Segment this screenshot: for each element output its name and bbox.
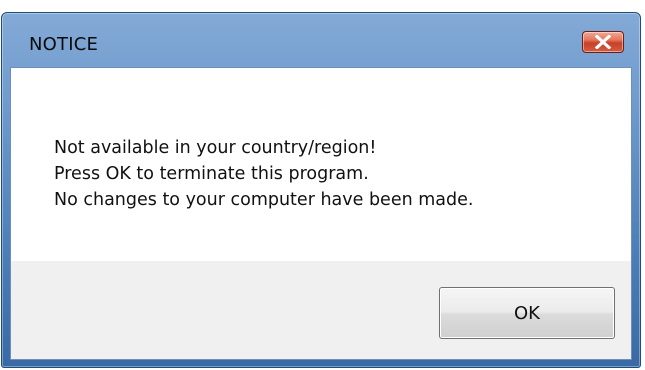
message-text: Not available in your country/region! Pr… [54,135,473,213]
close-icon [594,35,612,49]
dialog-title: NOTICE [29,34,99,55]
message-area: Not available in your country/region! Pr… [11,68,631,261]
dialog-client-area: Not available in your country/region! Pr… [10,67,632,360]
title-bar[interactable]: NOTICE [2,13,640,63]
ok-button[interactable]: OK [439,287,615,339]
close-button[interactable] [582,31,624,53]
message-line-3: No changes to your computer have been ma… [54,190,474,210]
message-line-1: Not available in your country/region! [54,138,377,158]
message-line-2: Press OK to terminate this program. [54,164,369,184]
notice-dialog-window: NOTICE Not available in your country/reg… [1,12,641,368]
